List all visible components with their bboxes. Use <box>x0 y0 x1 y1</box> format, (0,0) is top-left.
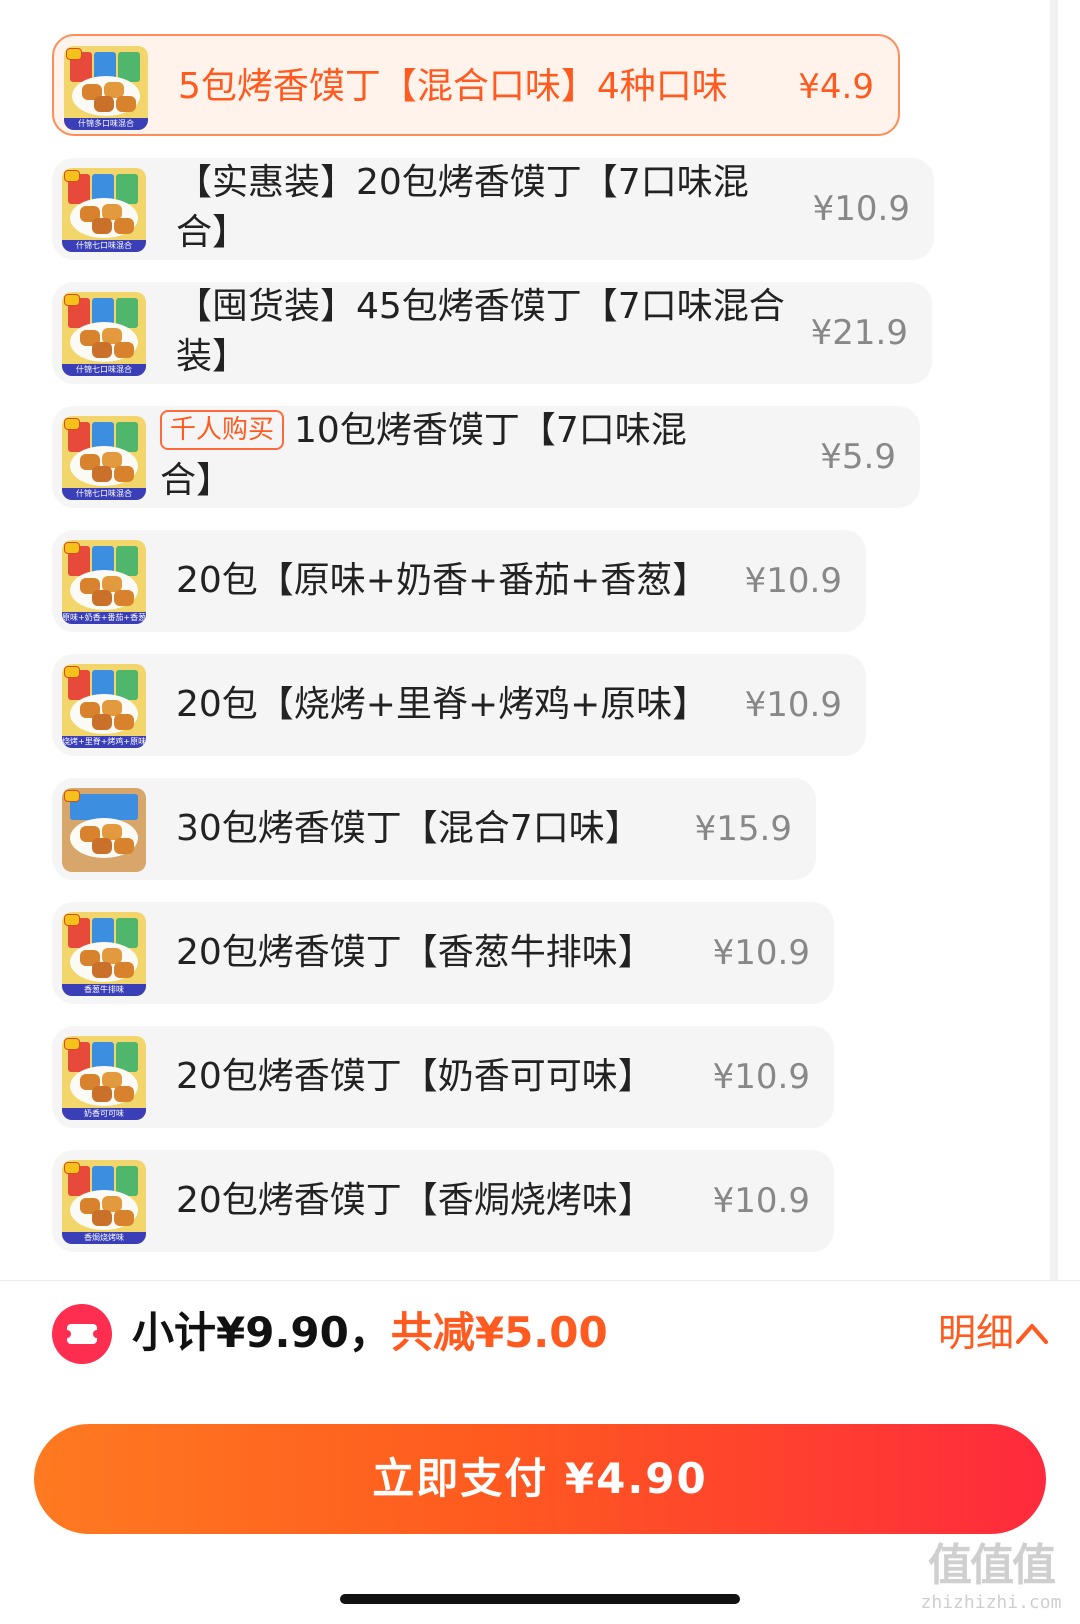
sku-price: ¥21.9 <box>810 313 908 353</box>
sku-title: 【实惠装】20包烤香馍丁【7口味混合】 <box>176 162 749 253</box>
sku-option[interactable]: 什锦多口味混合 5包烤香馍丁【混合口味】4种口味 ¥4.9 <box>52 34 900 136</box>
product-thumbnail: 什锦七口味混合 <box>62 168 146 252</box>
sku-title: 5包烤香馍丁【混合口味】4种口味 <box>178 66 728 107</box>
sku-option[interactable]: 烧烤+里脊+烤鸡+原味 20包【烧烤+里脊+烤鸡+原味】 ¥10.9 <box>52 654 866 756</box>
brand-logo-icon <box>64 294 80 306</box>
brand-logo-icon <box>64 418 80 430</box>
thumbnail-caption: 烧烤+里脊+烤鸡+原味 <box>62 736 146 748</box>
sku-price: ¥10.9 <box>744 685 842 725</box>
brand-logo-icon <box>66 48 82 60</box>
product-thumbnail: 什锦七口味混合 <box>62 292 146 376</box>
brand-logo-icon <box>64 914 80 926</box>
brand-logo-icon <box>64 170 80 182</box>
pay-button-label: 立即支付 ¥4.90 <box>372 1454 708 1503</box>
sku-title: 20包【原味+奶香+番茄+香葱】 <box>176 560 709 601</box>
sku-price: ¥10.9 <box>712 1057 810 1097</box>
product-thumbnail: 香葱牛排味 <box>62 912 146 996</box>
pay-now-button[interactable]: 立即支付 ¥4.90 <box>34 1424 1046 1534</box>
product-thumbnail <box>62 788 146 872</box>
home-indicator[interactable] <box>340 1594 740 1604</box>
coupon-icon <box>52 1304 112 1364</box>
order-summary-bar: 小计¥9.90，共减¥5.00 明细 <box>0 1290 1080 1370</box>
product-thumbnail: 香焗烧烤味 <box>62 1160 146 1244</box>
chevron-up-icon[interactable] <box>1014 1318 1050 1348</box>
sku-price: ¥15.9 <box>694 809 792 849</box>
sku-price: ¥5.9 <box>820 437 896 477</box>
product-thumbnail: 什锦七口味混合 <box>62 416 146 500</box>
sku-option[interactable]: 香焗烧烤味 20包烤香馍丁【香焗烧烤味】 ¥10.9 <box>52 1150 834 1252</box>
product-thumbnail: 奶香可可味 <box>62 1036 146 1120</box>
summary-divider <box>0 1280 1080 1281</box>
site-watermark: 值值值 zhizhizhi.com <box>916 1540 1066 1614</box>
watermark-url: zhizhizhi.com <box>920 1592 1062 1613</box>
thumbnail-caption: 原味+奶香+番茄+香葱 <box>62 612 146 624</box>
sku-price: ¥10.9 <box>812 189 910 229</box>
product-thumbnail: 什锦多口味混合 <box>64 46 148 130</box>
sku-title: 20包烤香馍丁【香葱牛排味】 <box>176 932 654 973</box>
sku-option[interactable]: 什锦七口味混合 千人购买 10包烤香馍丁【7口味混合】 ¥5.9 <box>52 406 920 508</box>
sku-title: 【囤货装】45包烤香馍丁【7口味混合装】 <box>176 286 785 377</box>
subtotal-amount: 小计¥9.90， <box>132 1308 391 1357</box>
discount-amount: 共减¥5.00 <box>390 1308 608 1357</box>
product-thumbnail: 原味+奶香+番茄+香葱 <box>62 540 146 624</box>
sku-option[interactable]: 香葱牛排味 20包烤香馍丁【香葱牛排味】 ¥10.9 <box>52 902 834 1004</box>
thumbnail-caption: 什锦七口味混合 <box>62 488 146 500</box>
watermark-logo: 值值值 <box>928 1540 1056 1591</box>
sku-price: ¥10.9 <box>712 933 810 973</box>
sku-title: 30包烤香馍丁【混合7口味】 <box>176 808 641 849</box>
thumbnail-caption: 香焗烧烤味 <box>62 1232 146 1244</box>
sku-option[interactable]: 30包烤香馍丁【混合7口味】 ¥15.9 <box>52 778 816 880</box>
thumbnail-caption: 什锦七口味混合 <box>62 364 146 376</box>
detail-button[interactable]: 明细 <box>938 1300 1014 1366</box>
brand-logo-icon <box>64 1038 80 1050</box>
thumbnail-caption: 什锦七口味混合 <box>62 240 146 252</box>
sku-option[interactable]: 原味+奶香+番茄+香葱 20包【原味+奶香+番茄+香葱】 ¥10.9 <box>52 530 866 632</box>
checkout-sku-panel: 什锦多口味混合 5包烤香馍丁【混合口味】4种口味 ¥4.9 什锦七口味混合 【实… <box>0 0 1080 1624</box>
brand-logo-icon <box>64 666 80 678</box>
sku-list: 什锦多口味混合 5包烤香馍丁【混合口味】4种口味 ¥4.9 什锦七口味混合 【实… <box>0 0 1080 1280</box>
sku-title: 20包烤香馍丁【奶香可可味】 <box>176 1056 654 1097</box>
sku-title-wrap: 千人购买 10包烤香馍丁【7口味混合】 <box>160 406 730 506</box>
product-thumbnail: 烧烤+里脊+烤鸡+原味 <box>62 664 146 748</box>
sku-price: ¥10.9 <box>744 561 842 601</box>
brand-logo-icon <box>64 542 80 554</box>
thumbnail-caption: 什锦多口味混合 <box>64 118 148 130</box>
sku-title: 20包烤香馍丁【香焗烧烤味】 <box>176 1180 654 1221</box>
thumbnail-caption: 香葱牛排味 <box>62 984 146 996</box>
brand-logo-icon <box>64 1162 80 1174</box>
sku-option[interactable]: 奶香可可味 20包烤香馍丁【奶香可可味】 ¥10.9 <box>52 1026 834 1128</box>
popularity-badge: 千人购买 <box>160 410 285 450</box>
subtotal-text: 小计¥9.90，共减¥5.00 <box>132 1300 608 1366</box>
sku-price: ¥10.9 <box>712 1181 810 1221</box>
sku-price: ¥4.9 <box>798 67 874 107</box>
sku-option[interactable]: 什锦七口味混合 【实惠装】20包烤香馍丁【7口味混合】 ¥10.9 <box>52 158 934 260</box>
sku-option[interactable]: 什锦七口味混合 【囤货装】45包烤香馍丁【7口味混合装】 ¥21.9 <box>52 282 932 384</box>
brand-logo-icon <box>64 790 80 802</box>
sku-scroll-area[interactable]: 什锦多口味混合 5包烤香馍丁【混合口味】4种口味 ¥4.9 什锦七口味混合 【实… <box>0 0 1080 1280</box>
thumbnail-caption: 奶香可可味 <box>62 1108 146 1120</box>
sku-title: 20包【烧烤+里脊+烤鸡+原味】 <box>176 684 709 725</box>
